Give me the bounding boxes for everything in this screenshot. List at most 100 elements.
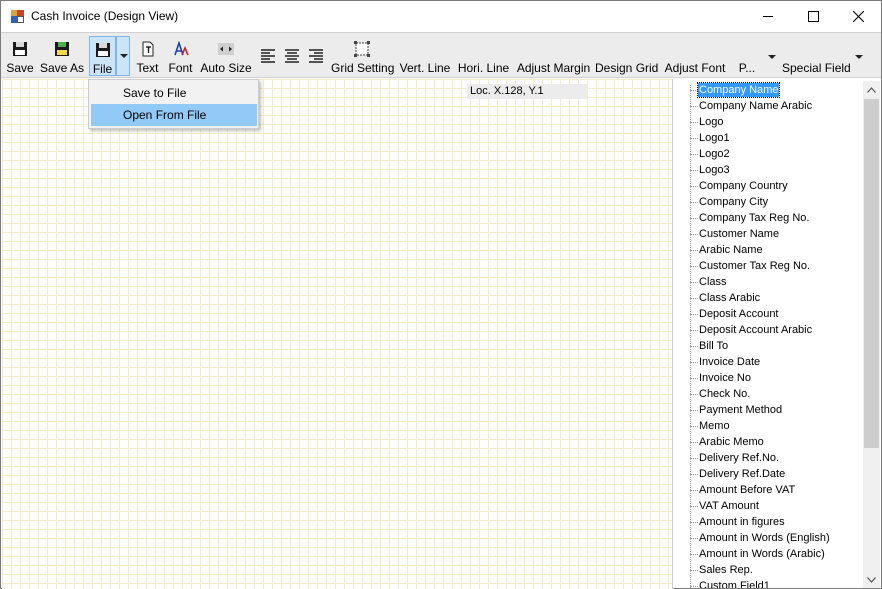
tree-connector xyxy=(690,154,698,155)
tree-connector xyxy=(690,394,698,395)
field-item[interactable]: Memo xyxy=(699,419,730,433)
field-item[interactable]: Logo xyxy=(699,115,723,129)
special-field-label: Special Field xyxy=(782,61,851,75)
field-item[interactable]: Logo2 xyxy=(699,147,730,161)
special-field-dropdown-arrow[interactable] xyxy=(852,36,866,76)
field-item[interactable]: Amount in Words (Arabic) xyxy=(699,547,825,561)
field-item[interactable]: Arabic Name xyxy=(699,243,763,257)
field-item[interactable]: Deposit Account Arabic xyxy=(699,323,812,337)
save-button[interactable]: Save xyxy=(4,36,36,76)
field-item[interactable]: Arabic Memo xyxy=(699,435,764,449)
menu-item-open-from-file[interactable]: Open From File xyxy=(91,104,257,126)
field-item[interactable]: Company Name Arabic xyxy=(699,99,812,113)
location-readout: Loc. X.128, Y.1 xyxy=(467,84,587,99)
field-item[interactable]: Company Tax Reg No. xyxy=(699,211,809,225)
vert-line-button[interactable]: Vert. Line xyxy=(397,36,453,76)
font-icon xyxy=(173,41,189,56)
align-center-button[interactable] xyxy=(281,36,303,76)
adjust-margin-label: Adjust Margin xyxy=(516,61,591,75)
tree-connector xyxy=(690,490,698,491)
tree-connector xyxy=(690,522,698,523)
fields-tree[interactable]: Company Name Company Name Arabic Logo Logo1… xyxy=(675,81,880,588)
field-item[interactable]: Customer Tax Reg No. xyxy=(699,259,810,273)
field-item[interactable]: Amount in figures xyxy=(699,515,785,529)
p-button[interactable]: P... xyxy=(732,36,762,76)
chevron-down-icon xyxy=(120,54,128,58)
field-item[interactable]: Payment Method xyxy=(699,403,782,417)
fields-scrollbar[interactable] xyxy=(863,81,880,588)
toolbar: Save Save As File Text Font Auto Size Gr… xyxy=(1,32,881,78)
hori-line-button[interactable]: Hori. Line xyxy=(456,36,511,76)
maximize-button[interactable] xyxy=(790,1,836,32)
field-item[interactable]: Company Country xyxy=(699,179,788,193)
field-item[interactable]: Logo1 xyxy=(699,131,730,145)
hori-line-label: Hori. Line xyxy=(457,61,510,75)
design-grid-button[interactable]: Design Grid xyxy=(595,36,658,76)
minimize-button[interactable] xyxy=(745,1,791,32)
tree-connector xyxy=(690,426,698,427)
field-item[interactable]: Logo3 xyxy=(699,163,730,177)
auto-size-label: Auto Size xyxy=(200,61,252,75)
tree-connector xyxy=(690,554,698,555)
field-item[interactable]: Class xyxy=(699,275,727,289)
tree-connector xyxy=(690,250,698,251)
field-item[interactable]: Delivery Ref.Date xyxy=(699,467,785,481)
grid-setting-button[interactable]: Grid Setting xyxy=(331,36,395,76)
special-field-button[interactable]: Special Field xyxy=(782,36,851,76)
tree-connector xyxy=(690,570,698,571)
field-item[interactable]: Sales Rep. xyxy=(699,563,753,577)
field-item[interactable]: Custom Field1 xyxy=(699,579,770,588)
align-left-button[interactable] xyxy=(257,36,279,76)
p-label: P... xyxy=(738,61,756,75)
field-item[interactable]: VAT Amount xyxy=(699,499,759,513)
align-right-icon xyxy=(309,49,323,63)
adjust-margin-button[interactable]: Adjust Margin xyxy=(516,36,591,76)
text-label: Text xyxy=(136,61,159,75)
tree-connector xyxy=(690,458,698,459)
tree-connector xyxy=(690,90,698,91)
auto-size-button[interactable]: Auto Size xyxy=(200,36,252,76)
close-button[interactable] xyxy=(835,1,881,32)
chevron-down-icon xyxy=(867,576,876,583)
text-button[interactable]: Text xyxy=(134,36,161,76)
file-dropdown-arrow[interactable] xyxy=(116,36,130,76)
save-as-label: Save As xyxy=(39,61,85,75)
adjust-font-label: Adjust Font xyxy=(664,61,726,75)
save-as-button[interactable]: Save As xyxy=(39,36,85,76)
tree-connector xyxy=(690,362,698,363)
field-item[interactable]: Customer Name xyxy=(699,227,779,241)
scroll-thumb[interactable] xyxy=(864,99,879,448)
field-item[interactable]: Company City xyxy=(699,195,768,209)
field-item[interactable]: Delivery Ref.No. xyxy=(699,451,779,465)
font-label: Font xyxy=(168,61,193,75)
field-item[interactable]: Amount in Words (English) xyxy=(699,531,830,545)
field-item[interactable]: Invoice No xyxy=(699,371,751,385)
scroll-up-button[interactable] xyxy=(863,81,880,98)
chevron-down-icon xyxy=(855,55,863,59)
tree-connector xyxy=(690,538,698,539)
p-dropdown-arrow[interactable] xyxy=(765,36,779,76)
field-item[interactable]: Amount Before VAT xyxy=(699,483,795,497)
vert-line-label: Vert. Line xyxy=(399,61,451,75)
menu-item-save-to-file[interactable]: Save to File xyxy=(91,82,257,104)
file-button[interactable]: File xyxy=(89,36,116,76)
tree-connector xyxy=(690,170,698,171)
field-item[interactable]: Class Arabic xyxy=(699,291,760,305)
field-item[interactable]: Invoice Date xyxy=(699,355,760,369)
font-button[interactable]: Font xyxy=(165,36,196,76)
field-item[interactable]: Company Name xyxy=(696,82,781,98)
auto-size-icon xyxy=(218,43,234,55)
design-canvas[interactable] xyxy=(2,79,673,589)
tree-connector xyxy=(690,218,698,219)
tree-connector xyxy=(690,122,698,123)
grid-setting-label: Grid Setting xyxy=(331,61,395,75)
title-bar: Cash Invoice (Design View) xyxy=(1,1,881,32)
adjust-font-button[interactable]: Adjust Font xyxy=(662,36,728,76)
field-item[interactable]: Bill To xyxy=(699,339,728,353)
field-item[interactable]: Check No. xyxy=(699,387,750,401)
tree-connector xyxy=(690,266,698,267)
field-item[interactable]: Deposit Account xyxy=(699,307,779,321)
align-right-button[interactable] xyxy=(305,36,327,76)
scroll-down-button[interactable] xyxy=(863,571,880,588)
chevron-down-icon xyxy=(768,55,776,59)
